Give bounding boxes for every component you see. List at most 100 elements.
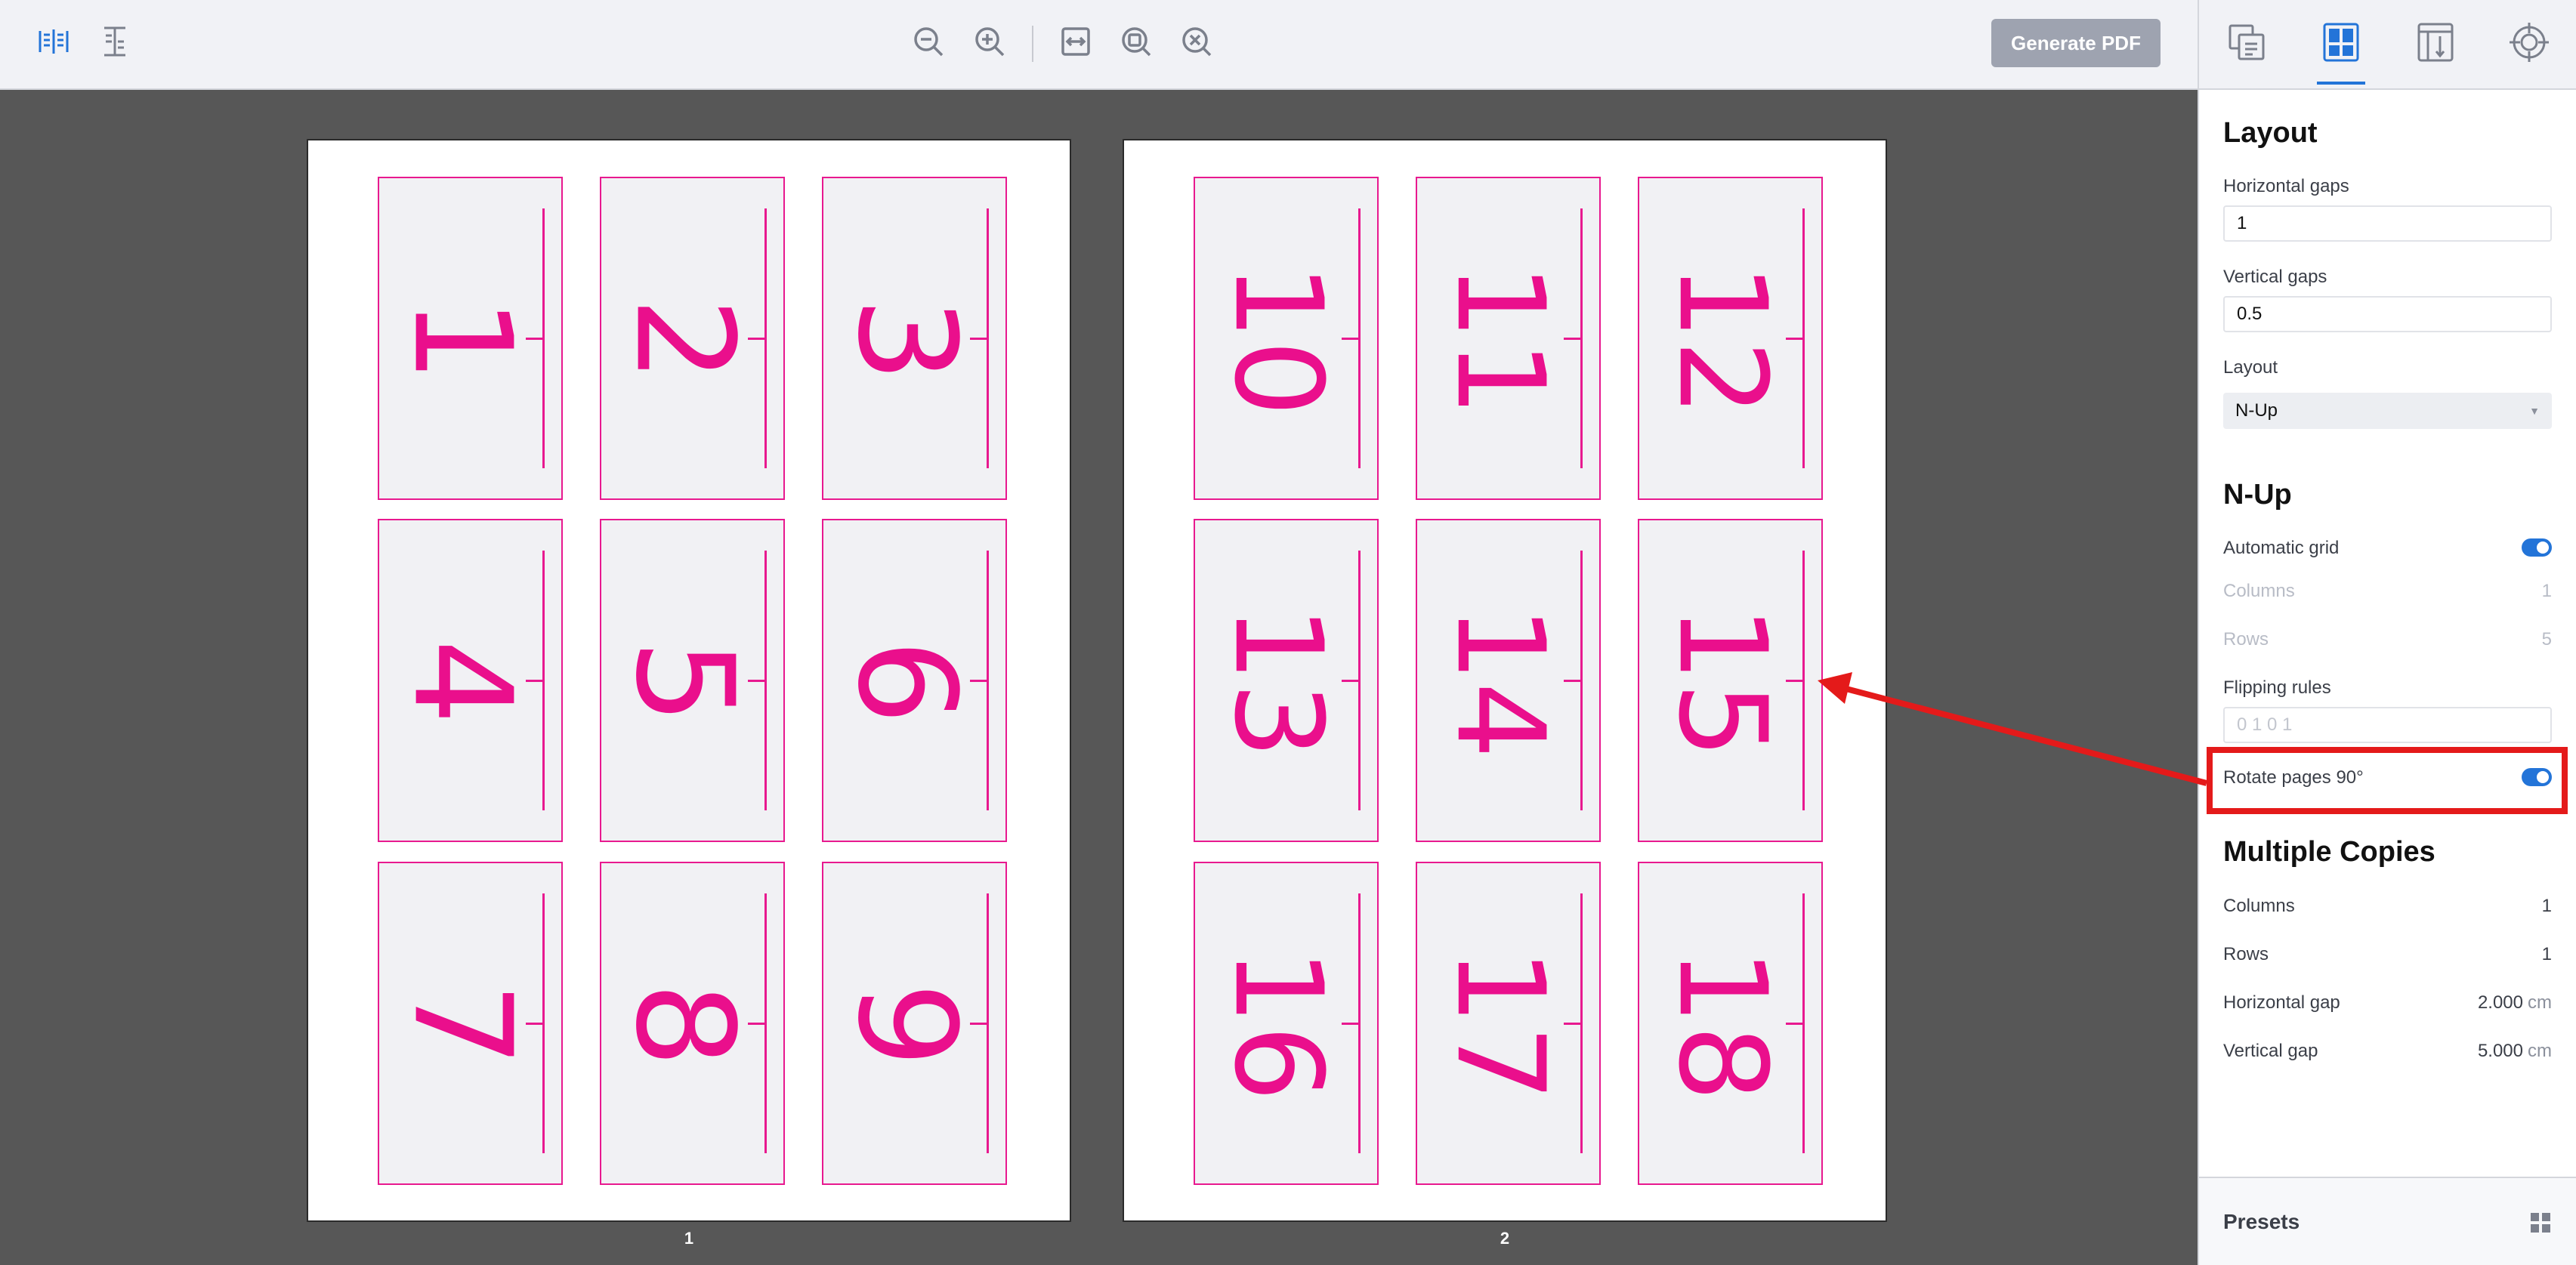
layout-icon[interactable]: [2317, 17, 2365, 85]
grid-icon[interactable]: [2529, 1211, 2552, 1238]
cut-line: [542, 551, 545, 810]
fit-width-icon[interactable]: [1056, 22, 1095, 61]
page-size-icon[interactable]: [2411, 17, 2460, 68]
page-cell: 5: [600, 519, 785, 842]
cut-tick: [1342, 680, 1358, 682]
cell-number-wrap: 4: [379, 520, 545, 844]
copies-columns-label: Columns: [2223, 896, 2295, 916]
cell-number: 6: [829, 639, 985, 725]
cut-line: [764, 208, 767, 468]
horizontal-gap-unit: cm: [2528, 992, 2552, 1013]
cell-number-wrap: 2: [601, 178, 768, 501]
cell-number-wrap: 8: [601, 863, 768, 1186]
cell-number-wrap: 7: [379, 863, 545, 1186]
cut-tick: [1564, 338, 1580, 340]
cell-number: 5: [607, 639, 763, 725]
page-cell: 18: [1638, 862, 1823, 1185]
cell-number-wrap: 13: [1195, 520, 1361, 844]
horizontal-gap-value[interactable]: 2.000 cm: [2478, 992, 2552, 1014]
horizontal-gap-label: Horizontal gap: [2223, 992, 2340, 1013]
ruler-marks-icon[interactable]: [95, 22, 134, 61]
cell-number-wrap: 14: [1417, 520, 1583, 844]
cell-number: 14: [1430, 605, 1571, 759]
documents-icon[interactable]: [2222, 17, 2271, 68]
page-cell: 7: [378, 862, 563, 1185]
zoom-out-icon[interactable]: [909, 22, 948, 61]
page-cell: 12: [1638, 177, 1823, 500]
presets-bar[interactable]: Presets: [2199, 1177, 2576, 1265]
layout-select[interactable]: N-Up ▼: [2223, 393, 2552, 429]
horizontal-gap-number: 2.000: [2477, 992, 2523, 1013]
zoom-fit-icon[interactable]: [1117, 22, 1156, 61]
vertical-gaps-label: Vertical gaps: [2223, 267, 2327, 287]
zoom-reset-icon[interactable]: [1177, 22, 1216, 61]
vertical-gap-value[interactable]: 5.000 cm: [2478, 1041, 2552, 1062]
copies-rows-label: Rows: [2223, 944, 2269, 964]
cut-line: [542, 208, 545, 468]
cell-number-wrap: 12: [1639, 178, 1805, 501]
copies-columns-value[interactable]: 1: [2542, 896, 2552, 917]
cut-tick: [1564, 680, 1580, 682]
page-cell: 1: [378, 177, 563, 500]
page-cell: 17: [1416, 862, 1601, 1185]
page-cell: 6: [822, 519, 1007, 842]
book-spread-icon[interactable]: [34, 22, 73, 61]
generate-pdf-button[interactable]: Generate PDF: [1991, 19, 2161, 67]
cut-line: [1802, 893, 1805, 1153]
nup-rows-label: Rows: [2223, 629, 2269, 649]
cell-number: 2: [607, 297, 763, 383]
cut-tick: [526, 1023, 542, 1025]
nup-columns-value: 1: [2541, 581, 2552, 601]
cell-number: 3: [829, 297, 985, 383]
cut-tick: [748, 338, 764, 340]
vertical-gap-unit: cm: [2528, 1041, 2552, 1061]
toolbar-separator: [1032, 26, 1033, 62]
cut-line: [764, 551, 767, 810]
flipping-rules-input[interactable]: [2223, 707, 2552, 743]
zoom-in-icon[interactable]: [970, 22, 1009, 61]
cell-number: 12: [1652, 263, 1793, 417]
copies-rows-value[interactable]: 1: [2542, 944, 2552, 965]
cut-tick: [1786, 1023, 1802, 1025]
cell-number: 4: [385, 639, 541, 725]
cut-line: [1580, 551, 1583, 810]
crosshair-icon[interactable]: [2505, 17, 2553, 68]
cut-line: [542, 893, 545, 1153]
cell-number-wrap: 16: [1195, 863, 1361, 1186]
cut-line: [1358, 551, 1361, 810]
nup-section-title: N-Up: [2223, 479, 2292, 511]
cut-line: [1358, 208, 1361, 468]
automatic-grid-label: Automatic grid: [2223, 538, 2340, 558]
cut-line: [764, 893, 767, 1153]
page-cell: 8: [600, 862, 785, 1185]
page-cell: 15: [1638, 519, 1823, 842]
cell-number-wrap: 11: [1417, 178, 1583, 501]
layout-select-value: N-Up: [2235, 400, 2278, 421]
automatic-grid-toggle[interactable]: [2522, 538, 2552, 557]
cut-line: [987, 551, 989, 810]
horizontal-gaps-input[interactable]: [2223, 205, 2552, 242]
sheet-page-2: 10 11 12 13 14 15 16 17 18: [1123, 139, 1887, 1222]
panel-tab-bar: [2199, 0, 2576, 90]
page-cell: 2: [600, 177, 785, 500]
cut-tick: [1342, 1023, 1358, 1025]
nup-rows-value: 5: [2541, 629, 2552, 649]
cell-number: 18: [1652, 948, 1793, 1102]
sheet-page-1: 123 456 789: [307, 139, 1071, 1222]
cut-tick: [970, 338, 987, 340]
vertical-gaps-input[interactable]: [2223, 296, 2552, 332]
cut-line: [1802, 551, 1805, 810]
cell-number-wrap: 18: [1639, 863, 1805, 1186]
cell-number-wrap: 3: [823, 178, 990, 501]
page-number-2: 2: [1500, 1229, 1510, 1248]
layout-select-label: Layout: [2223, 357, 2278, 378]
page-number-1: 1: [684, 1229, 694, 1248]
cut-tick: [970, 680, 987, 682]
horizontal-gaps-label: Horizontal gaps: [2223, 176, 2349, 196]
cut-tick: [1786, 680, 1802, 682]
flipping-rules-label: Flipping rules: [2223, 677, 2331, 698]
cell-number: 16: [1208, 948, 1349, 1102]
multiple-copies-title: Multiple Copies: [2223, 836, 2435, 868]
cell-number-wrap: 17: [1417, 863, 1583, 1186]
presets-label: Presets: [2223, 1210, 2300, 1233]
